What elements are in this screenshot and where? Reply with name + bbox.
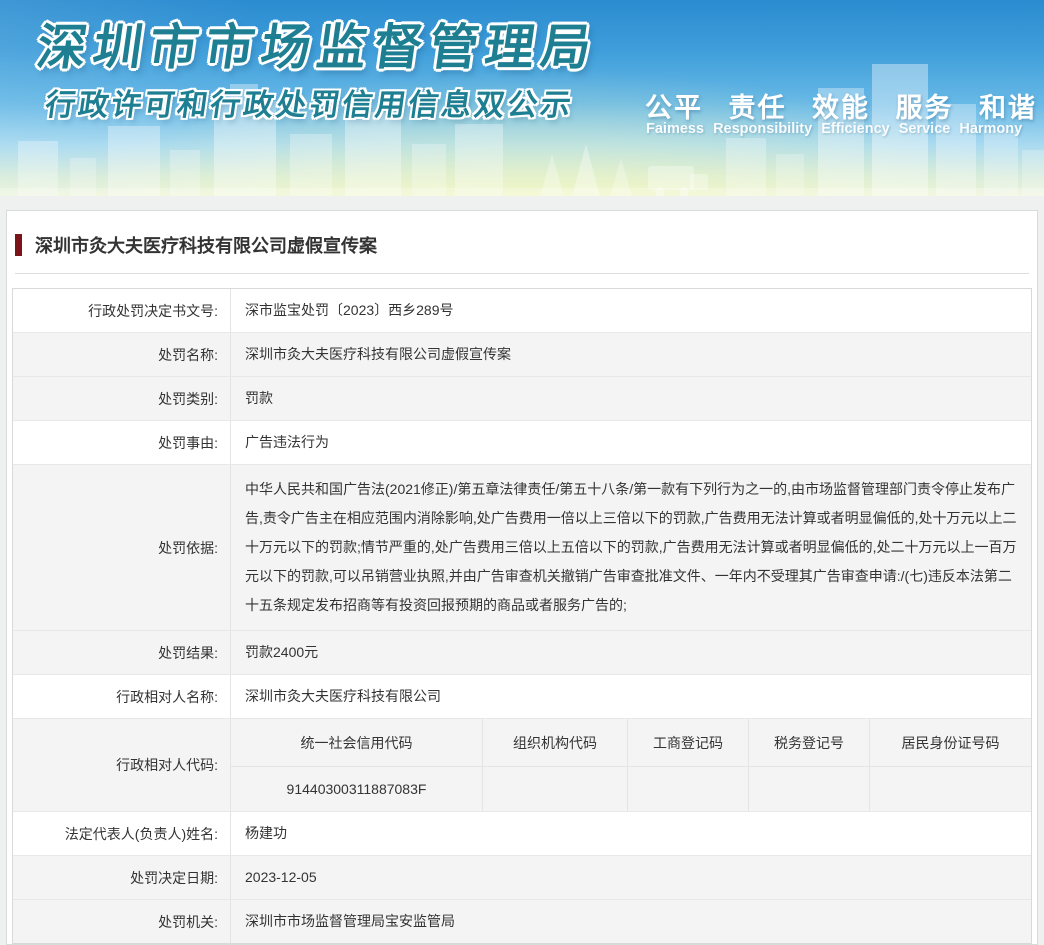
table-row-legal-representative: 法定代表人(负责人)姓名: 杨建功	[13, 812, 1031, 856]
row-value: 深圳市市场监督管理局宝安监管局	[245, 913, 455, 929]
code-col-header-credit-code: 统一社会信用代码	[231, 719, 483, 766]
table-row-penalty-basis: 处罚依据: 中华人民共和国广告法(2021修正)/第五章法律责任/第五十八条/第…	[13, 465, 1031, 631]
header-banner: 深圳市市场监督管理局 行政许可和行政处罚信用信息双公示 公平 责任 效能 服务 …	[0, 0, 1044, 196]
row-label: 处罚机关:	[13, 900, 231, 943]
party-codes-header-row: 统一社会信用代码 组织机构代码 工商登记码 税务登记号 居民身份证号码	[231, 719, 1031, 767]
row-value: 深市监宝处罚〔2023〕西乡289号	[245, 302, 454, 318]
row-label: 处罚类别:	[13, 377, 231, 420]
row-label: 处罚依据:	[13, 465, 231, 630]
table-row-party-name: 行政相对人名称: 深圳市灸大夫医疗科技有限公司	[13, 675, 1031, 719]
row-value: 中华人民共和国广告法(2021修正)/第五章法律责任/第五十八条/第一款有下列行…	[245, 481, 1017, 613]
code-value-credit-code: 91440300311887083F	[231, 767, 483, 811]
row-value: 杨建功	[245, 825, 287, 841]
table-row-decision-number: 行政处罚决定书文号: 深市监宝处罚〔2023〕西乡289号	[13, 289, 1031, 333]
party-codes-subtable: 统一社会信用代码 组织机构代码 工商登记码 税务登记号 居民身份证号码 9144…	[231, 719, 1031, 811]
row-label: 行政相对人名称:	[13, 675, 231, 718]
content-panel: 深圳市灸大夫医疗科技有限公司虚假宣传案 行政处罚决定书文号: 深市监宝处罚〔20…	[6, 210, 1038, 945]
table-row-decision-date: 处罚决定日期: 2023-12-05	[13, 856, 1031, 900]
code-col-header-id-number: 居民身份证号码	[901, 734, 1000, 751]
slogan-english: Faimess Responsibility Efficiency Servic…	[646, 121, 1023, 137]
code-col-header-org-code: 组织机构代码	[483, 719, 628, 766]
code-value-org-code	[483, 767, 628, 811]
code-col-header-tax-reg: 税务登记号	[749, 719, 870, 766]
banner-subtitle: 行政许可和行政处罚信用信息双公示	[43, 89, 576, 122]
agency-title: 深圳市市场监督管理局	[33, 21, 602, 75]
row-value: 罚款2400元	[245, 644, 319, 660]
row-label: 法定代表人(负责人)姓名:	[13, 812, 231, 855]
row-value: 2023-12-05	[245, 869, 317, 885]
code-value-id-number	[870, 767, 1031, 811]
row-value: 广告违法行为	[245, 434, 329, 450]
table-row-penalty-authority: 处罚机关: 深圳市市场监督管理局宝安监管局	[13, 900, 1031, 943]
row-label: 行政处罚决定书文号:	[13, 289, 231, 332]
row-label: 处罚决定日期:	[13, 856, 231, 899]
row-label: 行政相对人代码:	[13, 719, 231, 811]
code-value-business-reg	[628, 767, 749, 811]
row-value: 深圳市灸大夫医疗科技有限公司	[245, 688, 441, 704]
code-col-header-business-reg: 工商登记码	[628, 719, 749, 766]
slogan-chinese: 公平 责任 效能 服务 和谐	[645, 93, 1038, 123]
row-label: 处罚结果:	[13, 631, 231, 674]
table-row-penalty-reason: 处罚事由: 广告违法行为	[13, 421, 1031, 465]
title-divider	[15, 273, 1029, 274]
penalty-info-table: 行政处罚决定书文号: 深市监宝处罚〔2023〕西乡289号 处罚名称: 深圳市灸…	[12, 288, 1032, 944]
code-value-tax-reg	[749, 767, 870, 811]
row-value: 罚款	[245, 390, 273, 406]
table-row-penalty-result: 处罚结果: 罚款2400元	[13, 631, 1031, 675]
party-codes-value-row: 91440300311887083F	[231, 767, 1031, 811]
table-row-party-codes: 行政相对人代码: 统一社会信用代码 组织机构代码 工商登记码 税务登记号 居民身…	[13, 719, 1031, 812]
table-row-penalty-name: 处罚名称: 深圳市灸大夫医疗科技有限公司虚假宣传案	[13, 333, 1031, 377]
row-value: 深圳市灸大夫医疗科技有限公司虚假宣传案	[245, 346, 511, 362]
row-label: 处罚名称:	[13, 333, 231, 376]
row-label: 处罚事由:	[13, 421, 231, 464]
case-title: 深圳市灸大夫医疗科技有限公司虚假宣传案	[35, 236, 377, 256]
case-title-block: 深圳市灸大夫医疗科技有限公司虚假宣传案	[7, 211, 1037, 258]
table-row-penalty-category: 处罚类别: 罚款	[13, 377, 1031, 421]
title-marker-bar	[15, 234, 22, 256]
